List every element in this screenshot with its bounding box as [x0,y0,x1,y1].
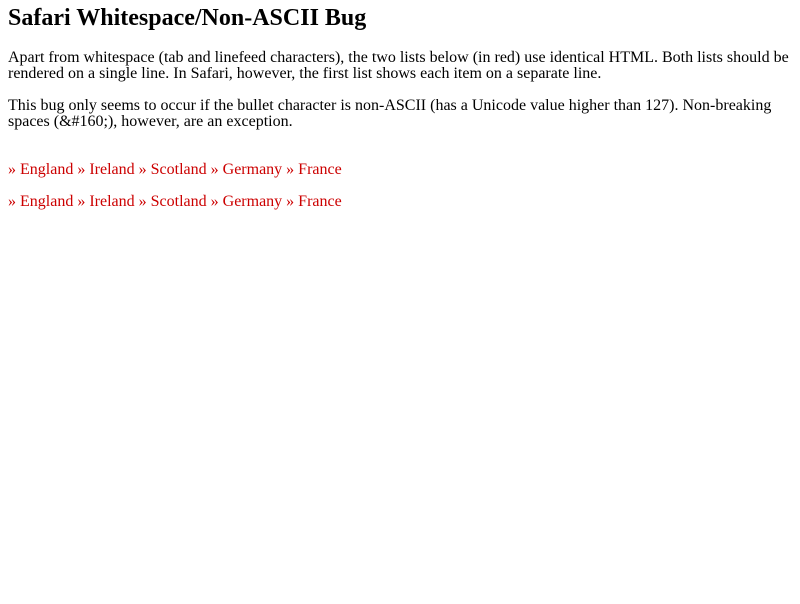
page-content: Safari Whitespace/Non-ASCII Bug Apart fr… [0,4,800,210]
list-item: » Ireland [77,193,134,210]
list-item: » England [8,161,73,178]
bullet-glyph: » [8,193,16,210]
list-item-label: England [20,161,74,178]
list-item-label: Scotland [150,161,207,178]
list-item: » Ireland [77,161,134,178]
list-item: » England [8,193,73,210]
list-item: » Germany [211,193,283,210]
list-item: » France [286,161,342,178]
bullet-glyph: » [8,161,16,178]
list-item-label: France [298,193,342,210]
list-item: » Scotland [139,161,207,178]
note-paragraph: This bug only seems to occur if the bull… [8,97,772,130]
country-list-1: » England » Ireland » Scotland » Germany… [8,162,792,178]
bullet-glyph: » [286,161,295,178]
list-item-label: England [20,193,74,210]
list-item-label: Germany [222,161,283,178]
bullet-glyph: » [138,161,147,178]
intro-paragraph: Apart from whitespace (tab and linefeed … [8,49,789,82]
list-item: » France [286,193,342,210]
bullet-glyph: » [286,193,295,210]
list-item: » Scotland [139,193,207,210]
bullet-glyph: » [210,193,219,210]
bullet-glyph: » [210,161,219,178]
list-item-label: Scotland [150,193,207,210]
list-item-label: Ireland [89,193,135,210]
bullet-glyph: » [138,193,147,210]
list-item-label: Germany [222,193,283,210]
bullet-glyph: » [77,161,86,178]
list-item-label: Ireland [89,161,135,178]
list-item-label: France [298,161,342,178]
country-list-2: » England » Ireland » Scotland » Germany… [8,194,792,210]
bullet-glyph: » [77,193,86,210]
list-item: » Germany [211,161,283,178]
page-title: Safari Whitespace/Non-ASCII Bug [8,5,367,31]
